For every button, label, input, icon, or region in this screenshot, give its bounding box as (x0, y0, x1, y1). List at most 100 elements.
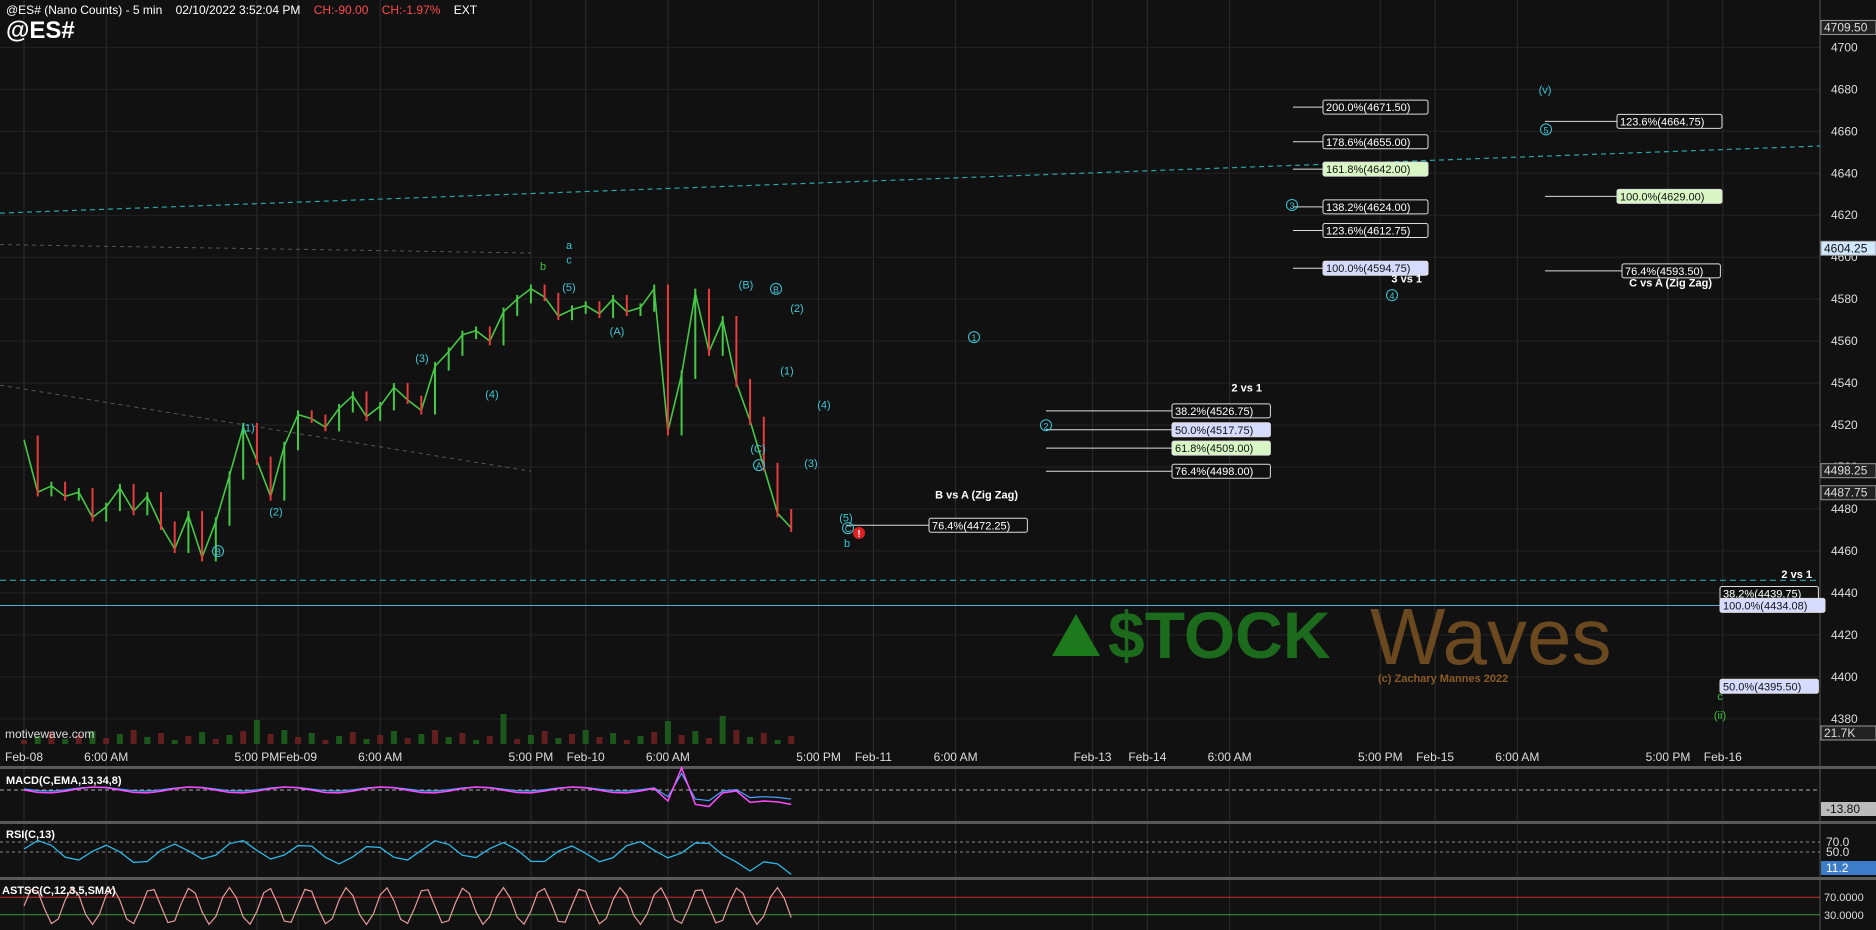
x-tick-label: Feb-10 (567, 750, 605, 764)
volume-bar (788, 736, 795, 744)
volume-bar (678, 735, 685, 744)
y-tick-label: 4560 (1831, 334, 1858, 348)
volume-label: 21.7K (1824, 726, 1855, 740)
volume-bar (308, 733, 315, 744)
x-tick-label: Feb-08 (5, 750, 43, 764)
macd-title: MACD(C,EMA,13,34,8) (6, 775, 122, 787)
volume-bar (295, 737, 301, 744)
wave-label: B (215, 547, 221, 557)
volume-bar (349, 732, 356, 744)
change-pct: CH:-1.97% (381, 3, 441, 17)
stoch-separator (0, 877, 1876, 880)
volume-bar (664, 721, 671, 744)
wave-label: 4 (1389, 291, 1394, 301)
wave-label: (3) (804, 458, 817, 470)
prior-price-label: 4498.25 (1824, 464, 1868, 478)
volume-bar (199, 732, 206, 744)
wave-label: 1 (971, 333, 976, 343)
wave-label: b (540, 261, 546, 273)
volume-bar (637, 736, 644, 744)
wave-label: (1) (241, 422, 254, 434)
wave-label: (3) (415, 353, 428, 365)
watermark-logo-right: Waves (1370, 592, 1612, 681)
volume-bar (486, 736, 493, 744)
volume-bar (158, 733, 164, 744)
fib-group-title: 3 vs 1 (1391, 273, 1422, 285)
fib-group-title: B vs A (Zig Zag) (935, 490, 1018, 502)
wave-label: C (845, 524, 852, 534)
fib-label: 123.6%(4612.75) (1326, 225, 1410, 237)
stoch-level-70: 70.0000 (1824, 892, 1864, 904)
y-tick-label: 4380 (1831, 712, 1858, 726)
volume-bar (212, 739, 219, 744)
wave-label: (1) (780, 366, 793, 378)
volume-bar (692, 731, 699, 744)
watermark-copyright: (c) Zachary Mannes 2022 (1378, 673, 1508, 685)
fib-label: 50.0%(4517.75) (1175, 425, 1253, 437)
fib-label: 138.2%(4624.00) (1326, 202, 1410, 214)
fib-label: 178.6%(4655.00) (1326, 137, 1410, 149)
fib-label: 38.2%(4526.75) (1175, 406, 1253, 418)
macd-separator (0, 766, 1876, 769)
wave-label: 2 (1043, 421, 1048, 431)
fib-label: 76.4%(4472.25) (932, 520, 1010, 532)
last-price-label: 4487.75 (1824, 486, 1868, 500)
wave-label: (4) (485, 389, 498, 401)
y-tick-label: 4520 (1831, 418, 1858, 432)
y-tick-label: 4660 (1831, 124, 1858, 138)
volume-bar (130, 730, 137, 744)
chart-stage[interactable]: Feb-08 6:00 AM 5:00 PM Feb-09 6:00 AM 5:00 PM… (0, 0, 1876, 930)
y-tick-label: 4420 (1831, 628, 1858, 642)
wave-label: a (566, 240, 573, 252)
y-tick-label: 4460 (1831, 544, 1858, 558)
x-tick-label: 5:00 PM (509, 750, 554, 764)
chart-svg[interactable]: Feb-08 6:00 AM 5:00 PM Feb-09 6:00 AM 5:00 PM… (0, 0, 1876, 930)
volume-bar (103, 738, 110, 744)
volume-bar (555, 738, 562, 744)
volume-bar (418, 734, 425, 744)
volume-bar (706, 738, 712, 744)
volume-bar (733, 730, 740, 744)
x-tick-label: Feb-11 (855, 750, 892, 764)
volume-bar (390, 731, 397, 744)
x-tick-label: 6:00 AM (84, 750, 128, 764)
wave-label: (A) (610, 326, 625, 338)
volume-bar (445, 737, 452, 744)
volume-bar (747, 737, 754, 744)
volume-bar (596, 737, 603, 744)
volume-bar (432, 730, 438, 744)
fib-label: 100.0%(4434.08) (1723, 600, 1807, 612)
x-tick-label: Feb-14 (1128, 750, 1166, 764)
volume-bar (253, 720, 260, 744)
wave-label: (v) (1539, 85, 1552, 97)
chart-header: @ES# (Nano Counts) - 5 min 02/10/2022 3:… (6, 3, 487, 17)
change: CH:-90.00 (313, 3, 369, 17)
brand-watermark: motivewave.com (5, 727, 95, 741)
x-tick-label: 6:00 AM (934, 750, 978, 764)
macd-value: -13.80 (1826, 802, 1860, 816)
wave-label: (ii) (1714, 710, 1726, 722)
rsi-separator (0, 821, 1876, 824)
rsi-value: 11.2 (1826, 861, 1849, 875)
x-tick-label: 5:00 PM (1646, 750, 1691, 764)
y-tick-label: 4440 (1831, 586, 1858, 600)
volume-bar (281, 730, 288, 744)
rsi-title: RSI(C,13) (6, 829, 55, 841)
y-tick-label: 4540 (1831, 376, 1858, 390)
datetime: 02/10/2022 3:52:04 PM (175, 3, 301, 17)
wave-label: A (756, 461, 762, 471)
x-tick-label: Feb-16 (1704, 750, 1742, 764)
y-tick-label: 4680 (1831, 82, 1858, 96)
volume-bar (267, 734, 274, 744)
volume-bar (500, 714, 507, 744)
wave-label: (B) (739, 280, 754, 292)
wave-label: b (844, 538, 850, 550)
volume-bar (322, 740, 329, 744)
wave-label: c (566, 254, 572, 266)
fib-group-title: C vs A (Zig Zag) (1629, 278, 1712, 290)
stoch-title: ASTSC(C,12,3,5,SMA) (2, 885, 116, 897)
wave-label: (4) (817, 399, 830, 411)
volume-bar (185, 736, 192, 744)
volume-bar (610, 733, 617, 744)
fib-label: 76.4%(4593.50) (1625, 266, 1703, 278)
